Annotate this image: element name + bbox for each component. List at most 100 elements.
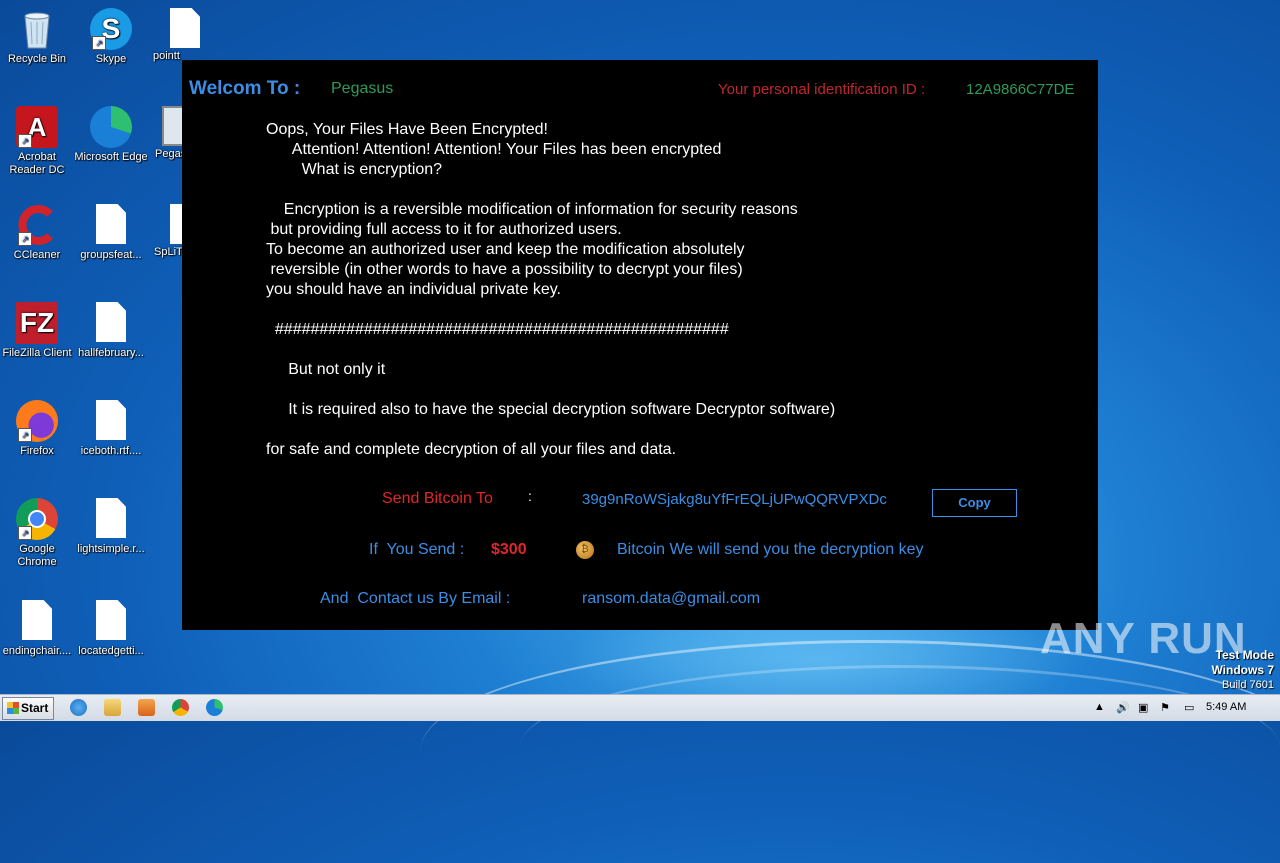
document-icon [90, 600, 132, 642]
bitcoin-address[interactable]: 39g9nRoWSjakg8uYfFrEQLjUPwQQRVPXDc [582, 491, 887, 508]
os-label: Windows 7 [1211, 663, 1274, 677]
desktop-icon-label: Recycle Bin [7, 53, 67, 65]
edge-icon [90, 106, 132, 148]
desktop-icon-label: hallfebruary... [78, 347, 144, 359]
note-line: Encryption is a reversible modification … [266, 201, 798, 218]
note-line: But not only it [266, 361, 386, 378]
desktop-icon-filezilla[interactable]: FZ FileZilla Client [0, 302, 74, 360]
desktop-icon-skype[interactable]: S ↗ Skype [74, 8, 148, 66]
note-separator: ########################################… [266, 321, 729, 338]
media-player-icon[interactable] [138, 699, 155, 716]
desktop-icon-label: iceboth.rtf.... [80, 445, 142, 457]
desktop-icon-ccleaner[interactable]: ↗ CCleaner [0, 204, 74, 262]
firefox-icon: ↗ [16, 400, 58, 442]
note-line: It is required also to have the special … [266, 401, 836, 418]
desktop-icon-label: groupsfeat... [80, 249, 142, 261]
personal-id-value: 12A9866C77DE [966, 81, 1075, 98]
note-line: Attention! Attention! Attention! Your Fi… [266, 141, 722, 158]
desktop-icon-pointt[interactable]: pointt [148, 8, 200, 63]
shortcut-arrow-icon: ↗ [18, 134, 32, 148]
battery-icon[interactable]: ▭ [1184, 701, 1194, 714]
desktop-icon-label: locatedgetti... [78, 645, 144, 657]
note-line: reversible (in other words to have a pos… [266, 261, 743, 278]
start-label: Start [21, 701, 49, 715]
ransomware-name: Pegasus [331, 80, 394, 97]
desktop-icon-lightsimple[interactable]: lightsimple.r... [74, 498, 148, 556]
shortcut-arrow-icon: ↗ [18, 526, 32, 540]
if-you-send-label: If You Send : [369, 541, 465, 558]
note-line: but providing full access to it for auth… [266, 221, 622, 238]
chrome-taskbar-icon[interactable] [172, 699, 189, 716]
desktop-icon-label: Acrobat Reader DC [9, 151, 65, 176]
note-line: To become an authorized user and keep th… [266, 241, 745, 258]
contact-email-label: And Contact us By Email : [320, 590, 511, 607]
edge-taskbar-icon[interactable] [206, 699, 223, 716]
bitcoin-coin-icon: ₿ [576, 541, 594, 559]
desktop-icon-edge[interactable]: Microsoft Edge [74, 106, 148, 164]
contact-email[interactable]: ransom.data@gmail.com [582, 590, 760, 608]
desktop-icon-label: Microsoft Edge [74, 151, 148, 163]
desktop-icon-firefox[interactable]: ↗ Firefox [0, 400, 74, 458]
document-icon [16, 600, 58, 642]
desktop-icon-label: pointt [153, 50, 180, 62]
desktop-icon-split[interactable]: SpLiT [148, 204, 200, 259]
desktop-icon-acrobat[interactable]: A ↗ Acrobat Reader DC [0, 106, 74, 177]
note-line: Oops, Your Files Have Been Encrypted! [266, 121, 548, 138]
system-tray: ▲ 🔊 ▣ ⚑ ▭ 5:49 AM [1094, 695, 1274, 721]
desktop-icon-label: lightsimple.r... [77, 543, 145, 555]
desktop-icon-label: FileZilla Client [2, 347, 72, 359]
document-icon [90, 302, 132, 344]
ransom-note-window: Welcom To : Pegasus Your personal identi… [182, 60, 1098, 630]
desktop-icon-label: Pegas [155, 148, 184, 160]
shortcut-arrow-icon: ↗ [92, 36, 106, 50]
desktop-icon-label: Firefox [20, 445, 54, 457]
desktop-icon-label: Skype [95, 53, 127, 65]
chrome-icon: ↗ [16, 498, 58, 540]
desktop-icon-label: SpLiT [154, 246, 183, 258]
internet-explorer-icon[interactable] [70, 699, 87, 716]
note-line: you should have an individual private ke… [266, 281, 561, 298]
recycle-bin-icon [16, 8, 58, 50]
shortcut-arrow-icon: ↗ [18, 428, 32, 442]
wallpaper-sweep [520, 665, 1280, 828]
windows-logo-icon [7, 702, 19, 714]
explorer-icon[interactable] [104, 699, 121, 716]
document-icon [90, 498, 132, 540]
network-icon[interactable]: ▣ [1138, 701, 1148, 714]
desktop-icon-hallfebruary[interactable]: hallfebruary... [74, 302, 148, 360]
desktop-icon-endingchair[interactable]: endingchair.... [0, 600, 74, 658]
test-mode-watermark: Test Mode Windows 7 Build 7601 [1211, 648, 1274, 692]
document-icon [90, 204, 132, 246]
desktop-icon-label: Google Chrome [17, 543, 57, 568]
send-bitcoin-label: Send Bitcoin To [382, 490, 493, 507]
desktop-icon-locatedgetti[interactable]: locatedgetti... [74, 600, 148, 658]
desktop-icon-label: CCleaner [13, 249, 61, 261]
desktop-icon-iceboth[interactable]: iceboth.rtf.... [74, 400, 148, 458]
action-center-flag-icon[interactable]: ⚑ [1160, 701, 1170, 714]
ransom-amount: $300 [491, 541, 527, 558]
shortcut-arrow-icon: ↗ [18, 232, 32, 246]
tray-expand-icon[interactable]: ▲ [1094, 701, 1105, 713]
desktop-icon-recycle-bin[interactable]: Recycle Bin [0, 8, 74, 66]
copy-address-button[interactable]: Copy [932, 489, 1017, 517]
start-button[interactable]: Start [2, 697, 54, 720]
desktop-icon-chrome[interactable]: ↗ Google Chrome [0, 498, 74, 569]
volume-icon[interactable]: 🔊 [1116, 701, 1130, 714]
filezilla-icon: FZ [16, 302, 58, 344]
document-icon [90, 400, 132, 442]
clock[interactable]: 5:49 AM [1206, 701, 1246, 713]
document-icon [148, 8, 200, 50]
personal-id-label: Your personal identification ID : [718, 81, 926, 98]
bitcoin-promise-text: Bitcoin We will send you the decryption … [617, 541, 924, 558]
acrobat-icon: A ↗ [16, 106, 58, 148]
note-line: for safe and complete decryption of all … [266, 441, 677, 458]
ccleaner-icon: ↗ [16, 204, 58, 246]
welcome-label: Welcom To : [189, 78, 301, 99]
taskbar: Start ▲ 🔊 ▣ ⚑ ▭ 5:49 AM [0, 694, 1280, 721]
build-label: Build 7601 [1222, 679, 1274, 691]
desktop-icon-pegasus-image[interactable]: Pegas [148, 106, 196, 161]
note-line: What is encryption? [266, 161, 443, 178]
skype-icon: S ↗ [90, 8, 132, 50]
desktop-icon-groupsfeat[interactable]: groupsfeat... [74, 204, 148, 262]
desktop-icon-label: endingchair.... [2, 645, 72, 657]
